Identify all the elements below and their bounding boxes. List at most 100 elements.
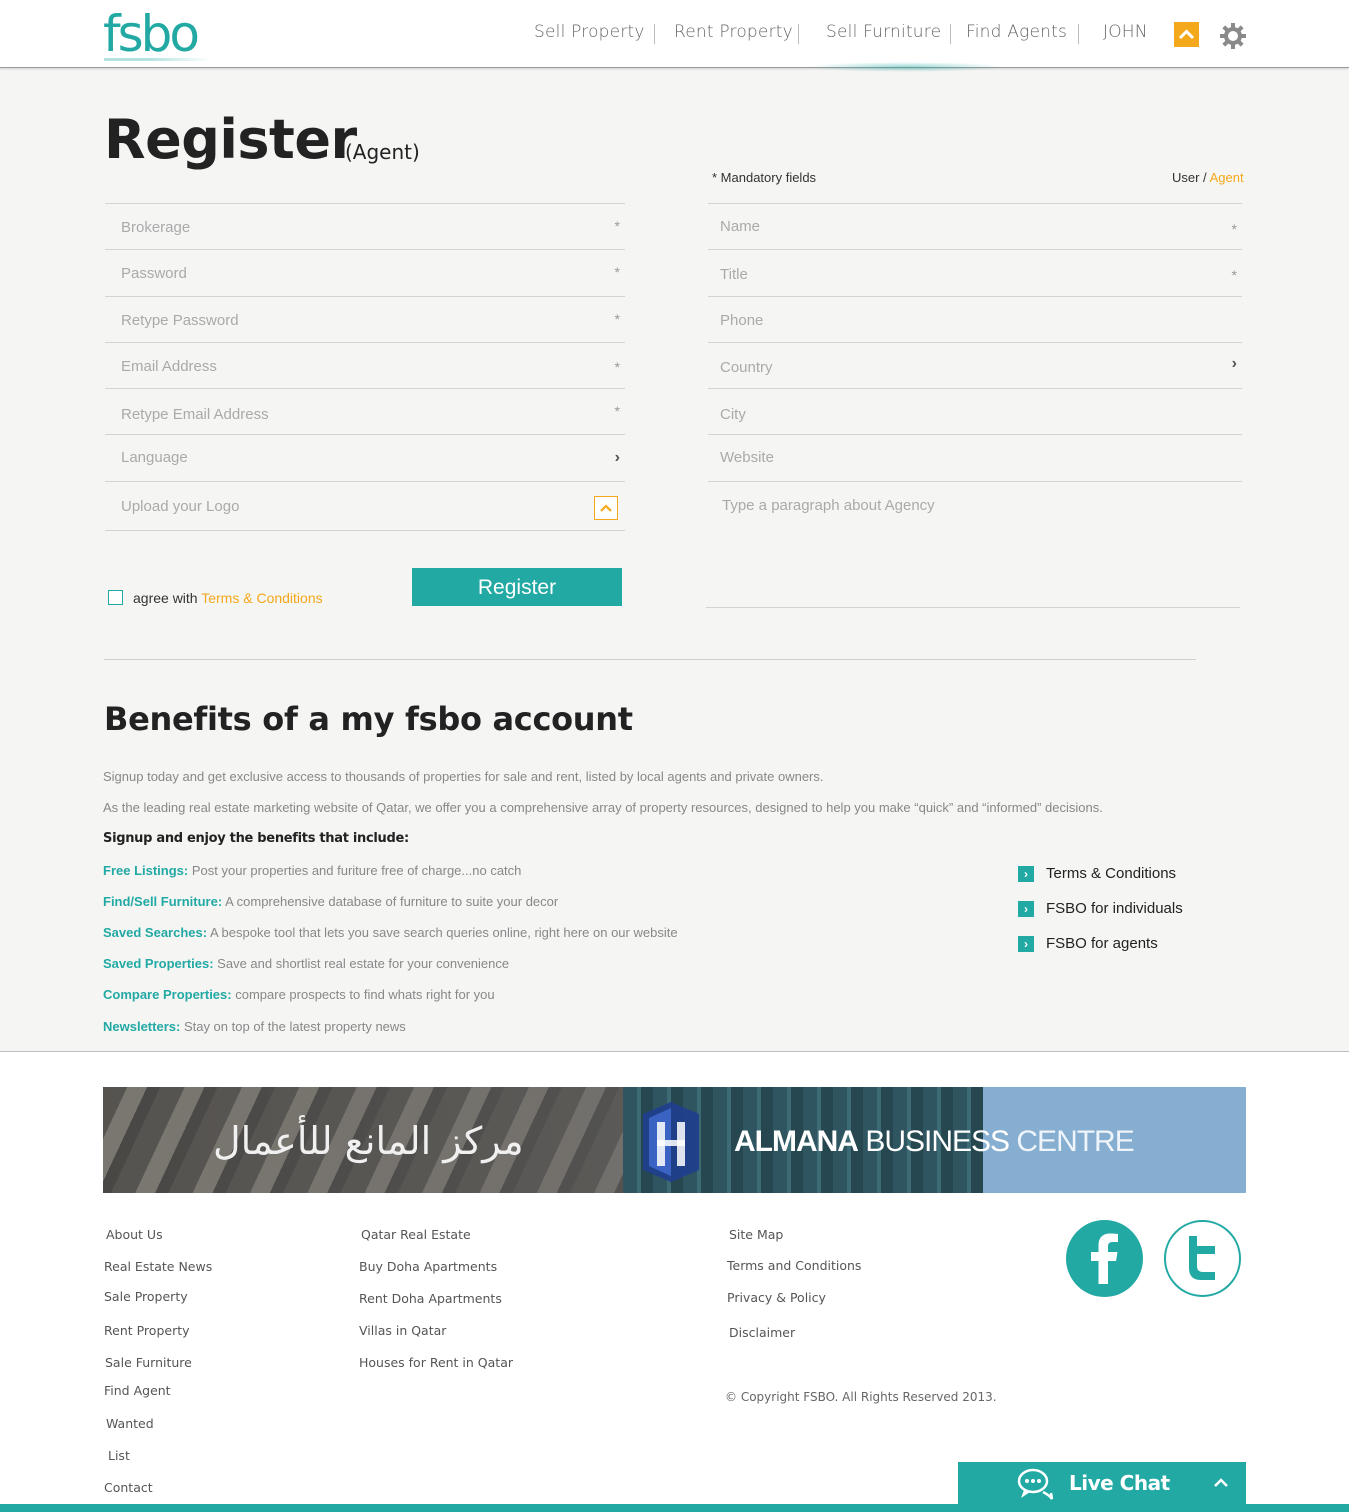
banner-name-light: CENTRE: [1016, 1125, 1134, 1158]
footer-link[interactable]: Buy Doha Apartments: [359, 1259, 497, 1274]
benefit-item: Compare Properties: compare prospects to…: [103, 987, 495, 1002]
benefit-key: Newsletters:: [103, 1019, 181, 1034]
benefit-item: Free Listings: Post your properties and …: [103, 863, 521, 878]
benefit-item: Newsletters: Stay on top of the latest p…: [103, 1019, 406, 1034]
footer-link[interactable]: Contact: [104, 1480, 153, 1495]
field-placeholder: Website: [720, 449, 774, 466]
user-menu-button[interactable]: [1174, 22, 1199, 47]
user-link[interactable]: User /: [1172, 170, 1207, 185]
benefit-item: Saved Searches: A bespoke tool that lets…: [103, 925, 678, 940]
field-placeholder: Type a paragraph about Agency: [722, 497, 935, 514]
benefits-title: Benefits of a my fsbo account: [104, 700, 633, 738]
footer-link[interactable]: Find Agent: [104, 1383, 171, 1398]
twitter-icon[interactable]: [1164, 1220, 1241, 1297]
ad-banner[interactable]: مركز المانع للأعمال ALMANA BUSINESS CENT…: [103, 1087, 1246, 1193]
benefit-item: Saved Properties: Save and shortlist rea…: [103, 956, 509, 971]
live-chat-button[interactable]: Live Chat: [958, 1462, 1246, 1507]
agree-checkbox[interactable]: [108, 590, 123, 605]
field-placeholder: Email Address: [121, 358, 217, 375]
field-placeholder: Name: [720, 218, 761, 235]
retype-password-field[interactable]: Retype Password *: [105, 296, 625, 342]
agency-description-textarea[interactable]: Type a paragraph about Agency: [708, 481, 1242, 607]
terms-link[interactable]: Terms & Conditions: [201, 590, 322, 606]
footer-link[interactable]: About Us: [106, 1227, 163, 1242]
footer-link[interactable]: Wanted: [106, 1416, 154, 1431]
footer-link[interactable]: Sale Property: [104, 1289, 188, 1304]
email-field[interactable]: Email Address *: [105, 342, 625, 388]
banner-arabic-text: مركز المانع للأعمال: [213, 1119, 524, 1163]
city-field[interactable]: City: [708, 388, 1242, 434]
field-placeholder: Phone: [720, 312, 764, 329]
footer-link[interactable]: List: [108, 1448, 130, 1463]
field-placeholder: City: [720, 406, 746, 423]
benefit-key: Saved Properties:: [103, 956, 214, 971]
benefit-text: compare prospects to find whats right fo…: [235, 987, 495, 1002]
chevron-right-icon: ›: [1018, 866, 1034, 882]
active-nav-glow: [806, 62, 1006, 72]
upload-logo-field[interactable]: Upload your Logo: [105, 481, 625, 530]
retype-email-field[interactable]: Retype Email Address *: [105, 388, 625, 434]
banner-name-bold: ALMANA: [734, 1125, 859, 1158]
register-button[interactable]: Register: [412, 568, 622, 606]
language-select[interactable]: Language ›: [105, 434, 625, 480]
footer-link[interactable]: Houses for Rent in Qatar: [359, 1355, 513, 1370]
nav-user[interactable]: JOHN: [1103, 22, 1148, 42]
facebook-icon[interactable]: [1066, 1220, 1143, 1297]
side-link-label: FSBO for individuals: [1046, 900, 1183, 917]
footer-link[interactable]: Privacy & Policy: [727, 1290, 826, 1305]
side-link-label: FSBO for agents: [1046, 935, 1158, 952]
field-divider: [105, 530, 625, 531]
benefit-text: Save and shortlist real estate for your …: [217, 956, 510, 971]
required-marker: *: [614, 359, 620, 375]
live-chat-label: Live Chat: [1069, 1471, 1170, 1495]
banner-company-name: ALMANA BUSINESS CENTRE: [734, 1125, 1135, 1159]
field-placeholder: Retype Password: [121, 312, 239, 329]
chevron-right-icon: ›: [1018, 936, 1034, 952]
password-field[interactable]: Password *: [105, 249, 625, 295]
nav-divider: [950, 24, 951, 44]
benefit-text: A bespoke tool that lets you save search…: [209, 925, 678, 940]
footer-link[interactable]: Villas in Qatar: [359, 1323, 446, 1338]
footer-link[interactable]: Rent Doha Apartments: [359, 1291, 502, 1306]
required-marker: *: [614, 264, 620, 280]
nav-divider: [654, 24, 655, 44]
required-marker: *: [1231, 267, 1237, 283]
required-marker: *: [614, 218, 620, 234]
nav-find-agents[interactable]: Find Agents: [966, 22, 1067, 42]
required-marker: *: [614, 311, 620, 327]
phone-field[interactable]: Phone: [708, 296, 1242, 342]
nav-divider: [1078, 24, 1079, 44]
benefits-lead: Signup and enjoy the benefits that inclu…: [103, 831, 409, 846]
gear-icon[interactable]: [1220, 23, 1246, 49]
title-field[interactable]: Title *: [708, 249, 1242, 295]
footer-link[interactable]: Disclaimer: [729, 1325, 795, 1340]
benefit-key: Saved Searches:: [103, 925, 208, 940]
benefit-item: Find/Sell Furniture: A comprehensive dat…: [103, 894, 558, 909]
name-field[interactable]: Name *: [708, 203, 1242, 249]
benefit-text: Post your properties and furiture free o…: [191, 863, 522, 878]
footer-link[interactable]: Rent Property: [104, 1323, 190, 1338]
website-field[interactable]: Website: [708, 434, 1242, 480]
footer-link[interactable]: Qatar Real Estate: [361, 1227, 471, 1242]
required-marker: *: [1231, 221, 1237, 237]
upload-button[interactable]: [594, 496, 618, 520]
nav-rent-property[interactable]: Rent Property: [674, 22, 793, 42]
chevron-right-icon: ›: [1018, 901, 1034, 917]
benefit-text: A comprehensive database of furniture to…: [225, 894, 559, 909]
agree-label: agree with Terms & Conditions: [133, 590, 323, 606]
brokerage-field[interactable]: Brokerage *: [105, 203, 625, 249]
nav-sell-property[interactable]: Sell Property: [534, 22, 645, 42]
facebook-glyph: [1091, 1233, 1118, 1284]
country-select[interactable]: Country ›: [708, 342, 1242, 388]
footer-link[interactable]: Sale Furniture: [105, 1355, 192, 1370]
side-link-label: Terms & Conditions: [1046, 865, 1177, 882]
logo-underline: [104, 58, 212, 61]
nav-sell-furniture[interactable]: Sell Furniture: [826, 22, 941, 42]
field-placeholder: Retype Email Address: [121, 406, 269, 423]
footer-link[interactable]: Real Estate News: [104, 1259, 212, 1274]
footer-link[interactable]: Site Map: [729, 1227, 783, 1242]
footer-link[interactable]: Terms and Conditions: [727, 1258, 861, 1273]
twitter-glyph: [1189, 1236, 1215, 1280]
benefits-intro: Signup today and get exclusive access to…: [103, 769, 824, 784]
agent-link[interactable]: Agent: [1210, 170, 1244, 185]
